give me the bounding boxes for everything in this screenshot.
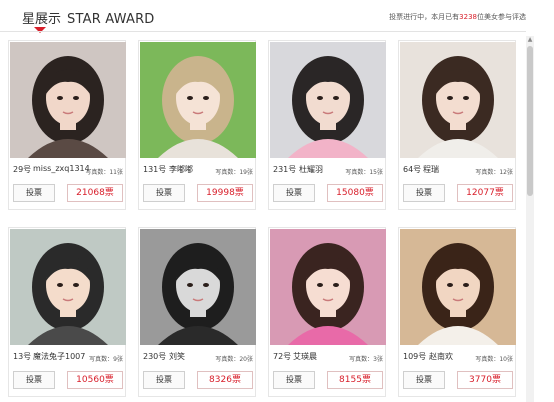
header-divider — [0, 31, 526, 32]
contestant-number: 231号 — [273, 165, 297, 174]
contestant-meta: 109号 赵南欢 写真数：10张 — [403, 351, 513, 363]
status-prefix: 投票进行中，本月已有 — [389, 13, 460, 21]
section-header: 星展示 STAR AWARD 投票进行中，本月已有3238位美女参与评选 — [0, 0, 554, 33]
contestant-photo[interactable] — [10, 229, 126, 345]
contestant-photo[interactable] — [270, 42, 386, 158]
contestant-photo[interactable] — [400, 229, 516, 345]
photo-count: 写真数：20张 — [215, 356, 253, 363]
vote-count: 19998票 — [197, 184, 253, 202]
contestant-photo[interactable] — [140, 229, 256, 345]
contestant-name: 艾瑛晨 — [293, 352, 317, 361]
vote-button[interactable]: 投票 — [143, 184, 185, 202]
card-actions: 投票 8155票 — [273, 371, 383, 389]
contestant-photo[interactable] — [10, 42, 126, 158]
vote-count: 21068票 — [67, 184, 123, 202]
contestant-card[interactable]: 72号 艾瑛晨 写真数：3张投票 8155票 — [268, 227, 386, 397]
scroll-up-arrow-icon[interactable]: ▲ — [526, 36, 534, 44]
portrait-image — [400, 42, 516, 158]
photo-count: 写真数：11张 — [85, 169, 123, 176]
contestant-name: 魔法兔子1007 — [33, 352, 86, 361]
vote-count: 3770票 — [457, 371, 513, 389]
scrollbar[interactable]: ▲ — [526, 36, 534, 402]
vote-count: 10560票 — [67, 371, 123, 389]
card-actions: 投票 10560票 — [13, 371, 123, 389]
contestant-name: 程瑞 — [423, 165, 439, 174]
contestant-card[interactable]: 231号 杜耀羽 写真数：15张投票 15080票 — [268, 40, 386, 210]
contestant-name: 赵南欢 — [429, 352, 453, 361]
contestant-name: miss_zxq1314 — [33, 164, 90, 173]
vote-button[interactable]: 投票 — [143, 371, 185, 389]
contestant-card[interactable]: 64号 程瑞 写真数：12张投票 12077票 — [398, 40, 516, 210]
contestant-meta: 13号 魔法兔子1007 写真数：9张 — [13, 351, 123, 363]
active-tab-indicator — [34, 27, 46, 33]
portrait-image — [270, 229, 386, 345]
status-suffix: 位美女参与评选 — [477, 13, 526, 21]
vote-button[interactable]: 投票 — [13, 371, 55, 389]
contestant-meta: 64号 程瑞 写真数：12张 — [403, 164, 513, 176]
contestant-photo[interactable] — [400, 42, 516, 158]
contestant-card[interactable]: 230号 刘笑 写真数：20张投票 8326票 — [138, 227, 256, 397]
vote-button[interactable]: 投票 — [403, 184, 445, 202]
vote-button[interactable]: 投票 — [403, 371, 445, 389]
contestant-meta: 72号 艾瑛晨 写真数：3张 — [273, 351, 383, 363]
contestant-card[interactable]: 29号 miss_zxq1314 写真数：11张投票 21068票 — [8, 40, 126, 210]
contestant-card[interactable]: 131号 李嘟嘟 写真数：19张投票 19998票 — [138, 40, 256, 210]
card-actions: 投票 8326票 — [143, 371, 253, 389]
contestant-number: 29号 — [13, 165, 32, 174]
section-title-en: STAR AWARD — [67, 12, 155, 27]
portrait-image — [400, 229, 516, 345]
scroll-thumb[interactable] — [527, 46, 533, 196]
vote-button[interactable]: 投票 — [273, 371, 315, 389]
card-actions: 投票 3770票 — [403, 371, 513, 389]
photo-count: 写真数：15张 — [345, 169, 383, 176]
portrait-image — [270, 42, 386, 158]
contestant-number: 13号 — [13, 352, 32, 361]
card-actions: 投票 15080票 — [273, 184, 383, 202]
contestant-number: 109号 — [403, 352, 427, 361]
portrait-image — [140, 42, 256, 158]
contestant-number: 64号 — [403, 165, 422, 174]
contestant-meta: 230号 刘笑 写真数：20张 — [143, 351, 253, 363]
contestant-name: 刘笑 — [169, 352, 185, 361]
contestant-photo[interactable] — [270, 229, 386, 345]
contestant-number: 230号 — [143, 352, 167, 361]
participant-count: 3238 — [459, 13, 477, 21]
photo-count: 写真数：12张 — [475, 169, 513, 176]
contestant-number: 131号 — [143, 165, 167, 174]
contestant-meta: 131号 李嘟嘟 写真数：19张 — [143, 164, 253, 176]
vote-count: 12077票 — [457, 184, 513, 202]
card-actions: 投票 21068票 — [13, 184, 123, 202]
vote-count: 15080票 — [327, 184, 383, 202]
contestant-card[interactable]: 109号 赵南欢 写真数：10张投票 3770票 — [398, 227, 516, 397]
section-title-cn: 星展示 — [22, 12, 62, 27]
contestant-name: 杜耀羽 — [299, 165, 323, 174]
contestant-number: 72号 — [273, 352, 292, 361]
portrait-image — [140, 229, 256, 345]
contestant-meta: 231号 杜耀羽 写真数：15张 — [273, 164, 383, 176]
contestant-name: 李嘟嘟 — [169, 165, 193, 174]
vote-count: 8326票 — [197, 371, 253, 389]
contestant-meta: 29号 miss_zxq1314 写真数：11张 — [13, 164, 123, 176]
section-title: 星展示 STAR AWARD — [22, 8, 155, 27]
vote-count: 8155票 — [327, 371, 383, 389]
voting-status: 投票进行中，本月已有3238位美女参与评选 — [389, 12, 526, 22]
photo-count: 写真数：19张 — [215, 169, 253, 176]
contestant-photo[interactable] — [140, 42, 256, 158]
vote-button[interactable]: 投票 — [13, 184, 55, 202]
photo-count: 写真数：3张 — [349, 356, 383, 363]
contestant-grid: 29号 miss_zxq1314 写真数：11张 投票 21068票 131号 李嘟嘟 写真数… — [8, 40, 520, 402]
portrait-image — [10, 229, 126, 345]
vote-button[interactable]: 投票 — [273, 184, 315, 202]
card-actions: 投票 12077票 — [403, 184, 513, 202]
portrait-image — [10, 42, 126, 158]
card-actions: 投票 19998票 — [143, 184, 253, 202]
contestant-card[interactable]: 13号 魔法兔子1007 写真数：9张投票 10560票 — [8, 227, 126, 397]
photo-count: 写真数：9张 — [89, 356, 123, 363]
photo-count: 写真数：10张 — [475, 356, 513, 363]
